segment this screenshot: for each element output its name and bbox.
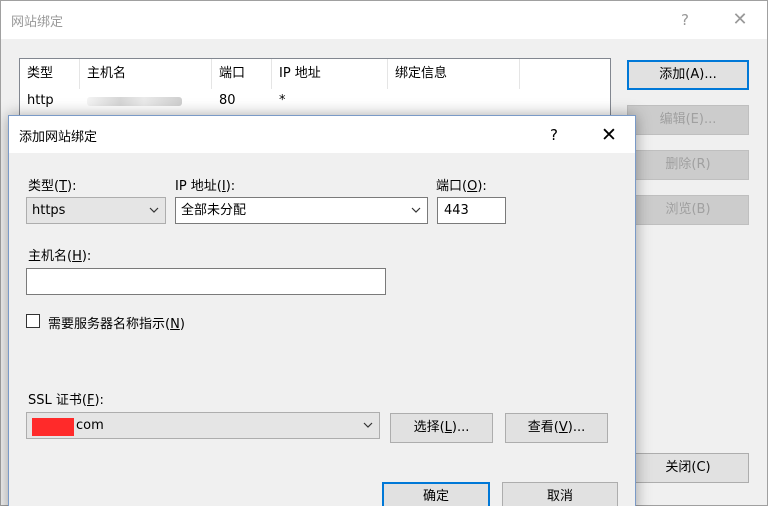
cancel-button[interactable]: 取消: [502, 482, 618, 506]
parent-titlebar: 网站绑定 ? ✕: [1, 1, 767, 39]
select-certificate-button[interactable]: 选择(L)...: [390, 413, 493, 443]
type-value: https: [32, 203, 66, 218]
bindings-list-header: 类型 主机名 端口 IP 地址 绑定信息: [20, 59, 610, 89]
table-row[interactable]: http 80 *: [20, 89, 610, 113]
row-ip: *: [279, 93, 286, 108]
ssl-certificate-value: com: [76, 418, 104, 433]
hostname-label: 主机名(H):: [28, 249, 92, 264]
add-button[interactable]: 添加(A)...: [627, 60, 749, 90]
sni-checkbox[interactable]: [26, 314, 40, 328]
parent-help-button[interactable]: ?: [674, 9, 696, 31]
ip-dropdown[interactable]: 全部未分配: [175, 197, 428, 224]
dialog-help-button[interactable]: ?: [543, 124, 565, 146]
sni-label[interactable]: 需要服务器名称指示(N): [48, 313, 185, 332]
column-header-port[interactable]: 端口: [212, 59, 272, 89]
type-dropdown[interactable]: https: [26, 197, 166, 224]
parent-close-icon[interactable]: ✕: [729, 9, 751, 31]
dialog-close-icon[interactable]: ✕: [597, 123, 621, 147]
column-header-type[interactable]: 类型: [20, 59, 80, 89]
edit-button[interactable]: 编辑(E)...: [627, 105, 749, 135]
column-header-binding-info[interactable]: 绑定信息: [388, 59, 520, 89]
column-header-hostname[interactable]: 主机名: [80, 59, 212, 89]
ip-label: IP 地址(I):: [175, 179, 236, 194]
port-value: 443: [444, 203, 469, 218]
row-port: 80: [219, 93, 236, 108]
row-hostname-blurred: [80, 89, 212, 113]
parent-window-title: 网站绑定: [11, 15, 64, 30]
view-certificate-button[interactable]: 查看(V)...: [505, 413, 608, 443]
ok-button[interactable]: 确定: [382, 482, 490, 506]
ssl-certificate-label: SSL 证书(F):: [28, 393, 104, 408]
ip-value: 全部未分配: [181, 203, 247, 218]
chevron-down-icon: [149, 207, 159, 213]
remove-button[interactable]: 删除(R): [627, 150, 749, 180]
port-label: 端口(O):: [436, 179, 487, 194]
hostname-input[interactable]: [26, 268, 386, 295]
dialog-titlebar: 添加网站绑定 ? ✕: [9, 116, 635, 153]
type-label: 类型(T):: [28, 179, 77, 194]
column-header-ip[interactable]: IP 地址: [272, 59, 388, 89]
browse-button[interactable]: 浏览(B): [627, 195, 749, 225]
chevron-down-icon: [363, 422, 373, 428]
ssl-certificate-dropdown[interactable]: com: [26, 412, 380, 439]
close-button[interactable]: 关闭(C): [627, 453, 749, 483]
row-type: http: [27, 93, 54, 108]
redacted-certificate-name: [32, 418, 74, 436]
chevron-down-icon: [411, 207, 421, 213]
port-input[interactable]: 443: [437, 197, 506, 224]
add-binding-dialog: 添加网站绑定 ? ✕ 类型(T): https IP 地址(I): 全部未分配 …: [8, 115, 636, 506]
dialog-title: 添加网站绑定: [19, 130, 98, 145]
